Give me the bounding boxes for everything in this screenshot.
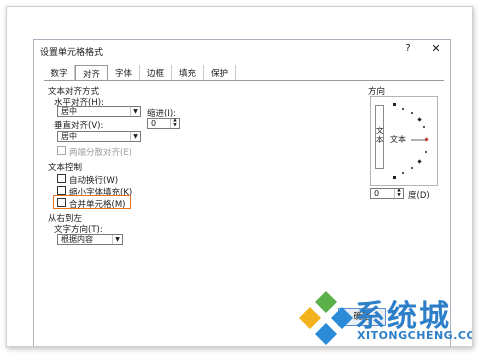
- degrees-stepper[interactable]: 0 ▲ ▼: [370, 188, 404, 199]
- degrees-label: 度(D): [408, 191, 430, 201]
- tab-border[interactable]: 边框: [140, 65, 172, 80]
- dial-dot: [402, 172, 404, 174]
- wrap-text-label: 自动换行(W): [69, 176, 119, 186]
- close-icon[interactable]: ✕: [430, 42, 442, 56]
- dial-tick-top: [393, 103, 396, 106]
- dial-dot: [411, 167, 413, 169]
- screenshot-frame: 设置单元格格式 ? ✕ 数字 对齐 字体 边框 填充 保护 文本对齐方式 水平对…: [6, 6, 473, 347]
- wrap-text-checkbox[interactable]: [57, 174, 66, 183]
- help-icon[interactable]: ?: [402, 43, 414, 56]
- logo-petal-top: [315, 291, 337, 313]
- title-bar: 设置单元格格式 ? ✕: [34, 40, 450, 60]
- stepper-arrows-icon[interactable]: ▲ ▼: [170, 118, 179, 128]
- vertical-align-value: 居中: [61, 132, 77, 141]
- tab-divider: [44, 80, 444, 81]
- dial-dot: [411, 112, 413, 114]
- watermark-logo: 系统城 XITONGCHENG.COM: [295, 285, 472, 346]
- tab-alignment[interactable]: 对齐: [75, 65, 108, 81]
- stepper-arrows-icon[interactable]: ▲ ▼: [394, 188, 403, 198]
- diamond-logo-icon: [299, 291, 353, 345]
- logo-petal-right: [331, 307, 353, 329]
- logo-petal-bottom: [315, 323, 337, 345]
- distributed-checkbox[interactable]: [57, 146, 66, 155]
- indent-value: 0: [151, 119, 157, 128]
- horizontal-text: 文本: [390, 135, 406, 144]
- shrink-to-fit-checkbox[interactable]: [57, 186, 66, 195]
- distributed-label: 两端分散对齐(E): [69, 148, 133, 158]
- orientation-marker: [424, 137, 429, 142]
- horizontal-align-value: 居中: [61, 107, 77, 116]
- vertical-align-select[interactable]: 居中 ▼: [57, 131, 141, 142]
- indent-stepper[interactable]: 0 ▲ ▼: [147, 118, 180, 129]
- orientation-dial[interactable]: 文本 文本: [370, 96, 438, 186]
- tab-font[interactable]: 字体: [108, 65, 140, 80]
- merge-cells-highlight: [53, 195, 131, 209]
- vertical-align-label: 垂直对齐(V):: [54, 121, 104, 131]
- section-text-control: 文本控制: [48, 163, 83, 173]
- degrees-value: 0: [374, 189, 380, 198]
- dial-dot: [423, 126, 425, 128]
- dialog-title: 设置单元格格式: [40, 48, 104, 58]
- dial-dot: [402, 108, 404, 110]
- dial-tick-lower: [417, 159, 422, 164]
- text-direction-select[interactable]: 根据内容 ▼: [57, 234, 123, 245]
- chevron-down-icon[interactable]: ▼: [130, 107, 140, 116]
- tab-protection[interactable]: 保护: [204, 65, 236, 80]
- dial-tick-upper: [417, 117, 422, 122]
- horizontal-align-select[interactable]: 居中 ▼: [57, 106, 141, 117]
- text-direction-value: 根据内容: [61, 235, 93, 244]
- chevron-down-icon[interactable]: ▼: [130, 132, 140, 141]
- chevron-down-icon[interactable]: ▼: [112, 235, 122, 244]
- dial-tick-bottom: [393, 176, 396, 179]
- watermark-url: XITONGCHENG.COM: [357, 329, 472, 342]
- dial-dot: [425, 151, 427, 153]
- tab-number[interactable]: 数字: [44, 65, 75, 80]
- tab-fill[interactable]: 填充: [172, 65, 204, 80]
- logo-petal-left: [299, 307, 321, 329]
